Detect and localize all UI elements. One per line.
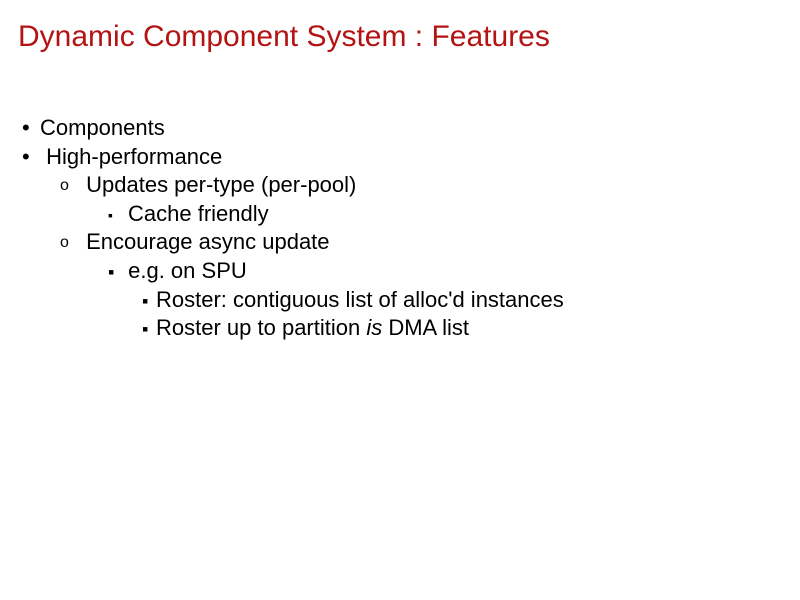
bullet-encourage-async-label: Encourage async update xyxy=(86,229,329,254)
sublist-async: e.g. on SPU Roster: contiguous list of a… xyxy=(122,257,782,343)
bullet-high-performance: High-performance Updates per-type (per-p… xyxy=(40,143,782,343)
roster-partition-em: is xyxy=(366,315,382,340)
bullet-list: Components High-performance Updates per-… xyxy=(40,114,782,343)
slide-title: Dynamic Component System : Features xyxy=(18,20,782,54)
bullet-roster-contiguous: Roster: contiguous list of alloc'd insta… xyxy=(156,286,782,315)
slide: Dynamic Component System : Features Comp… xyxy=(0,0,800,363)
sublist-high-performance: Updates per-type (per-pool) Cache friend… xyxy=(80,171,782,343)
bullet-encourage-async: Encourage async update e.g. on SPU Roste… xyxy=(80,228,782,342)
bullet-eg-spu-label: e.g. on SPU xyxy=(128,258,247,283)
bullet-eg-spu: e.g. on SPU Roster: contiguous list of a… xyxy=(122,257,782,343)
bullet-updates-per-type-label: Updates per-type (per-pool) xyxy=(86,172,356,197)
bullet-high-performance-label: High-performance xyxy=(46,144,222,169)
bullet-roster-partition: Roster up to partition is DMA list xyxy=(156,314,782,343)
bullet-updates-per-type: Updates per-type (per-pool) Cache friend… xyxy=(80,171,782,228)
sublist-updates: Cache friendly xyxy=(128,200,782,229)
bullet-cache-friendly: Cache friendly xyxy=(128,200,782,229)
sublist-spu: Roster: contiguous list of alloc'd insta… xyxy=(156,286,782,343)
bullet-components: Components xyxy=(40,114,782,143)
roster-partition-post: DMA list xyxy=(382,315,469,340)
roster-partition-pre: Roster up to partition xyxy=(156,315,366,340)
